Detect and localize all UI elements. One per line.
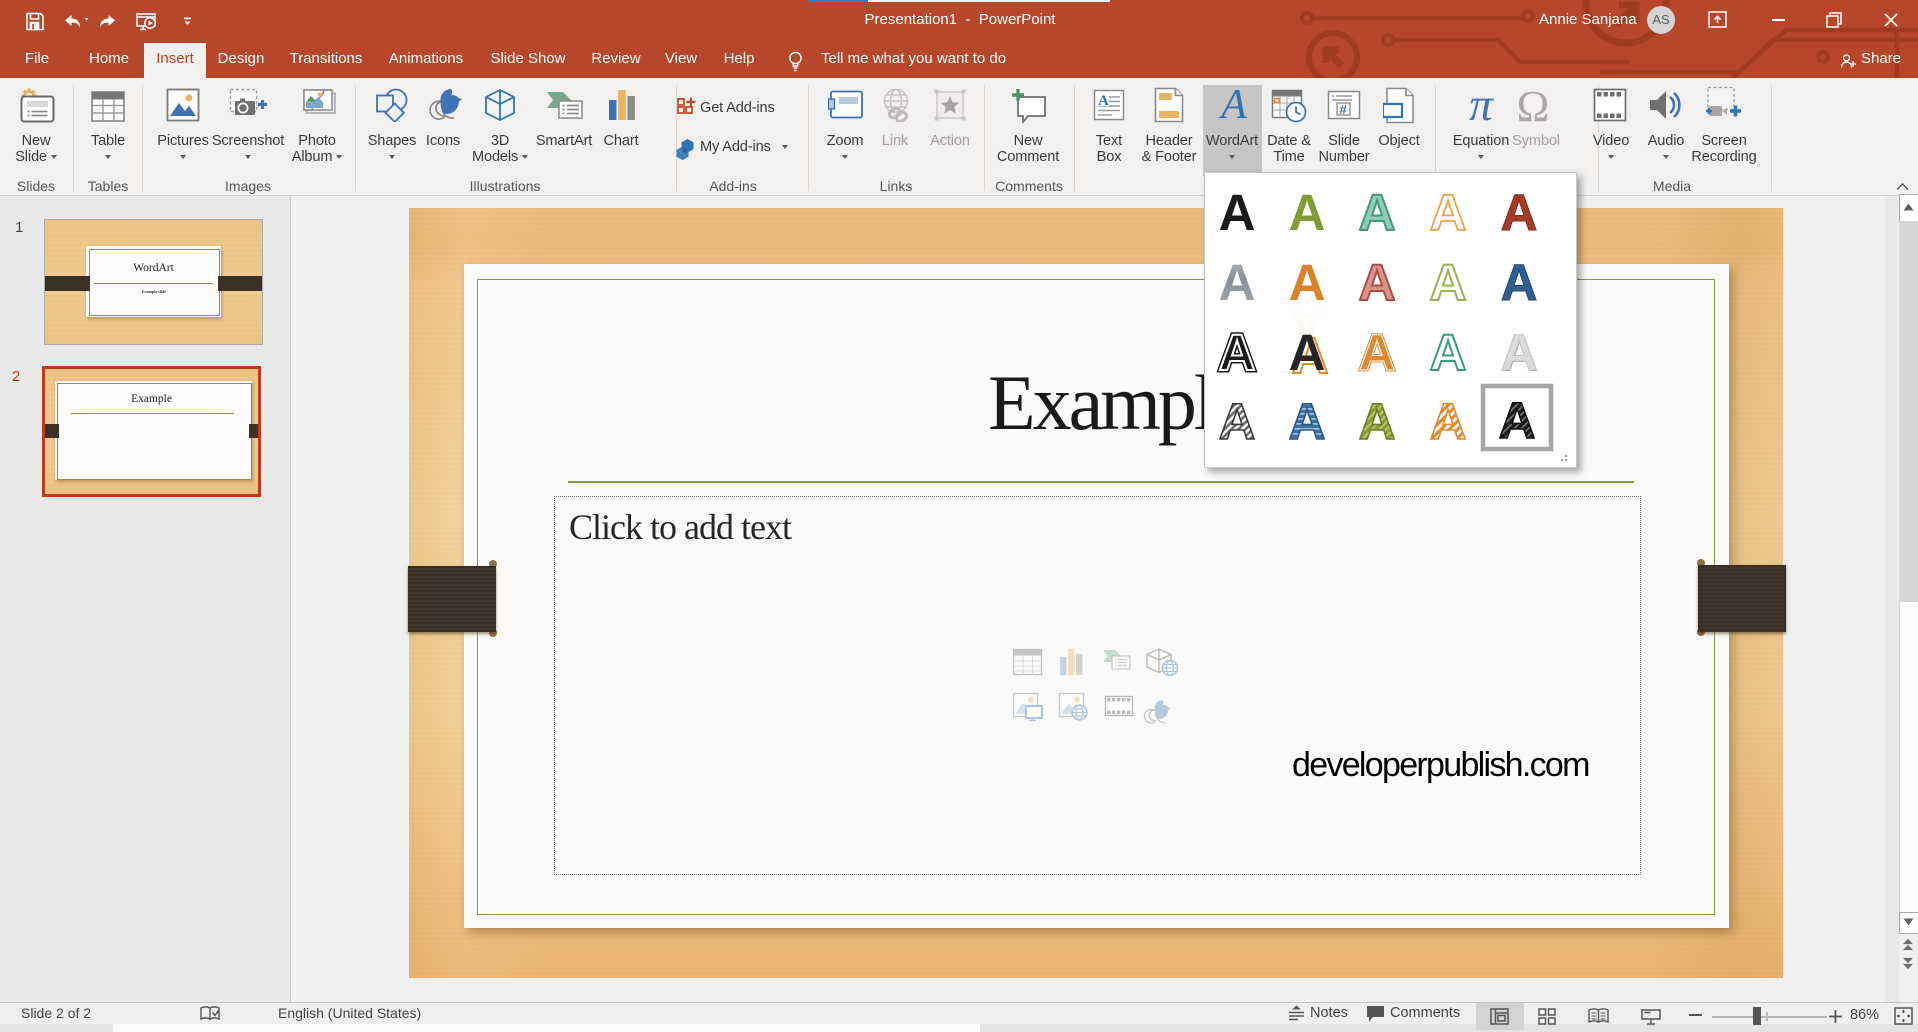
svg-text:A: A [1289, 393, 1326, 450]
svg-text:A: A [1359, 184, 1396, 241]
svg-text:A: A [1219, 393, 1256, 450]
svg-text:A: A [1219, 184, 1256, 241]
svg-text:A: A [1501, 184, 1538, 241]
svg-text:A: A [1219, 324, 1256, 381]
svg-text:A: A [1359, 254, 1396, 311]
svg-text:A: A [1430, 254, 1467, 311]
svg-text:A: A [1289, 324, 1326, 381]
svg-text:#: # [1340, 102, 1348, 117]
svg-text:A: A [1359, 393, 1396, 450]
svg-text:A: A [1098, 93, 1109, 109]
svg-text:A: A [1289, 184, 1326, 241]
svg-text:A: A [1501, 254, 1538, 311]
svg-text:A: A [1430, 184, 1467, 241]
svg-text:A: A [1501, 324, 1538, 381]
svg-text:A: A [1499, 392, 1536, 449]
svg-text:A: A [1359, 324, 1396, 381]
svg-text:A: A [1219, 254, 1256, 311]
svg-text:A: A [1430, 393, 1467, 450]
svg-text:A: A [1430, 324, 1467, 381]
